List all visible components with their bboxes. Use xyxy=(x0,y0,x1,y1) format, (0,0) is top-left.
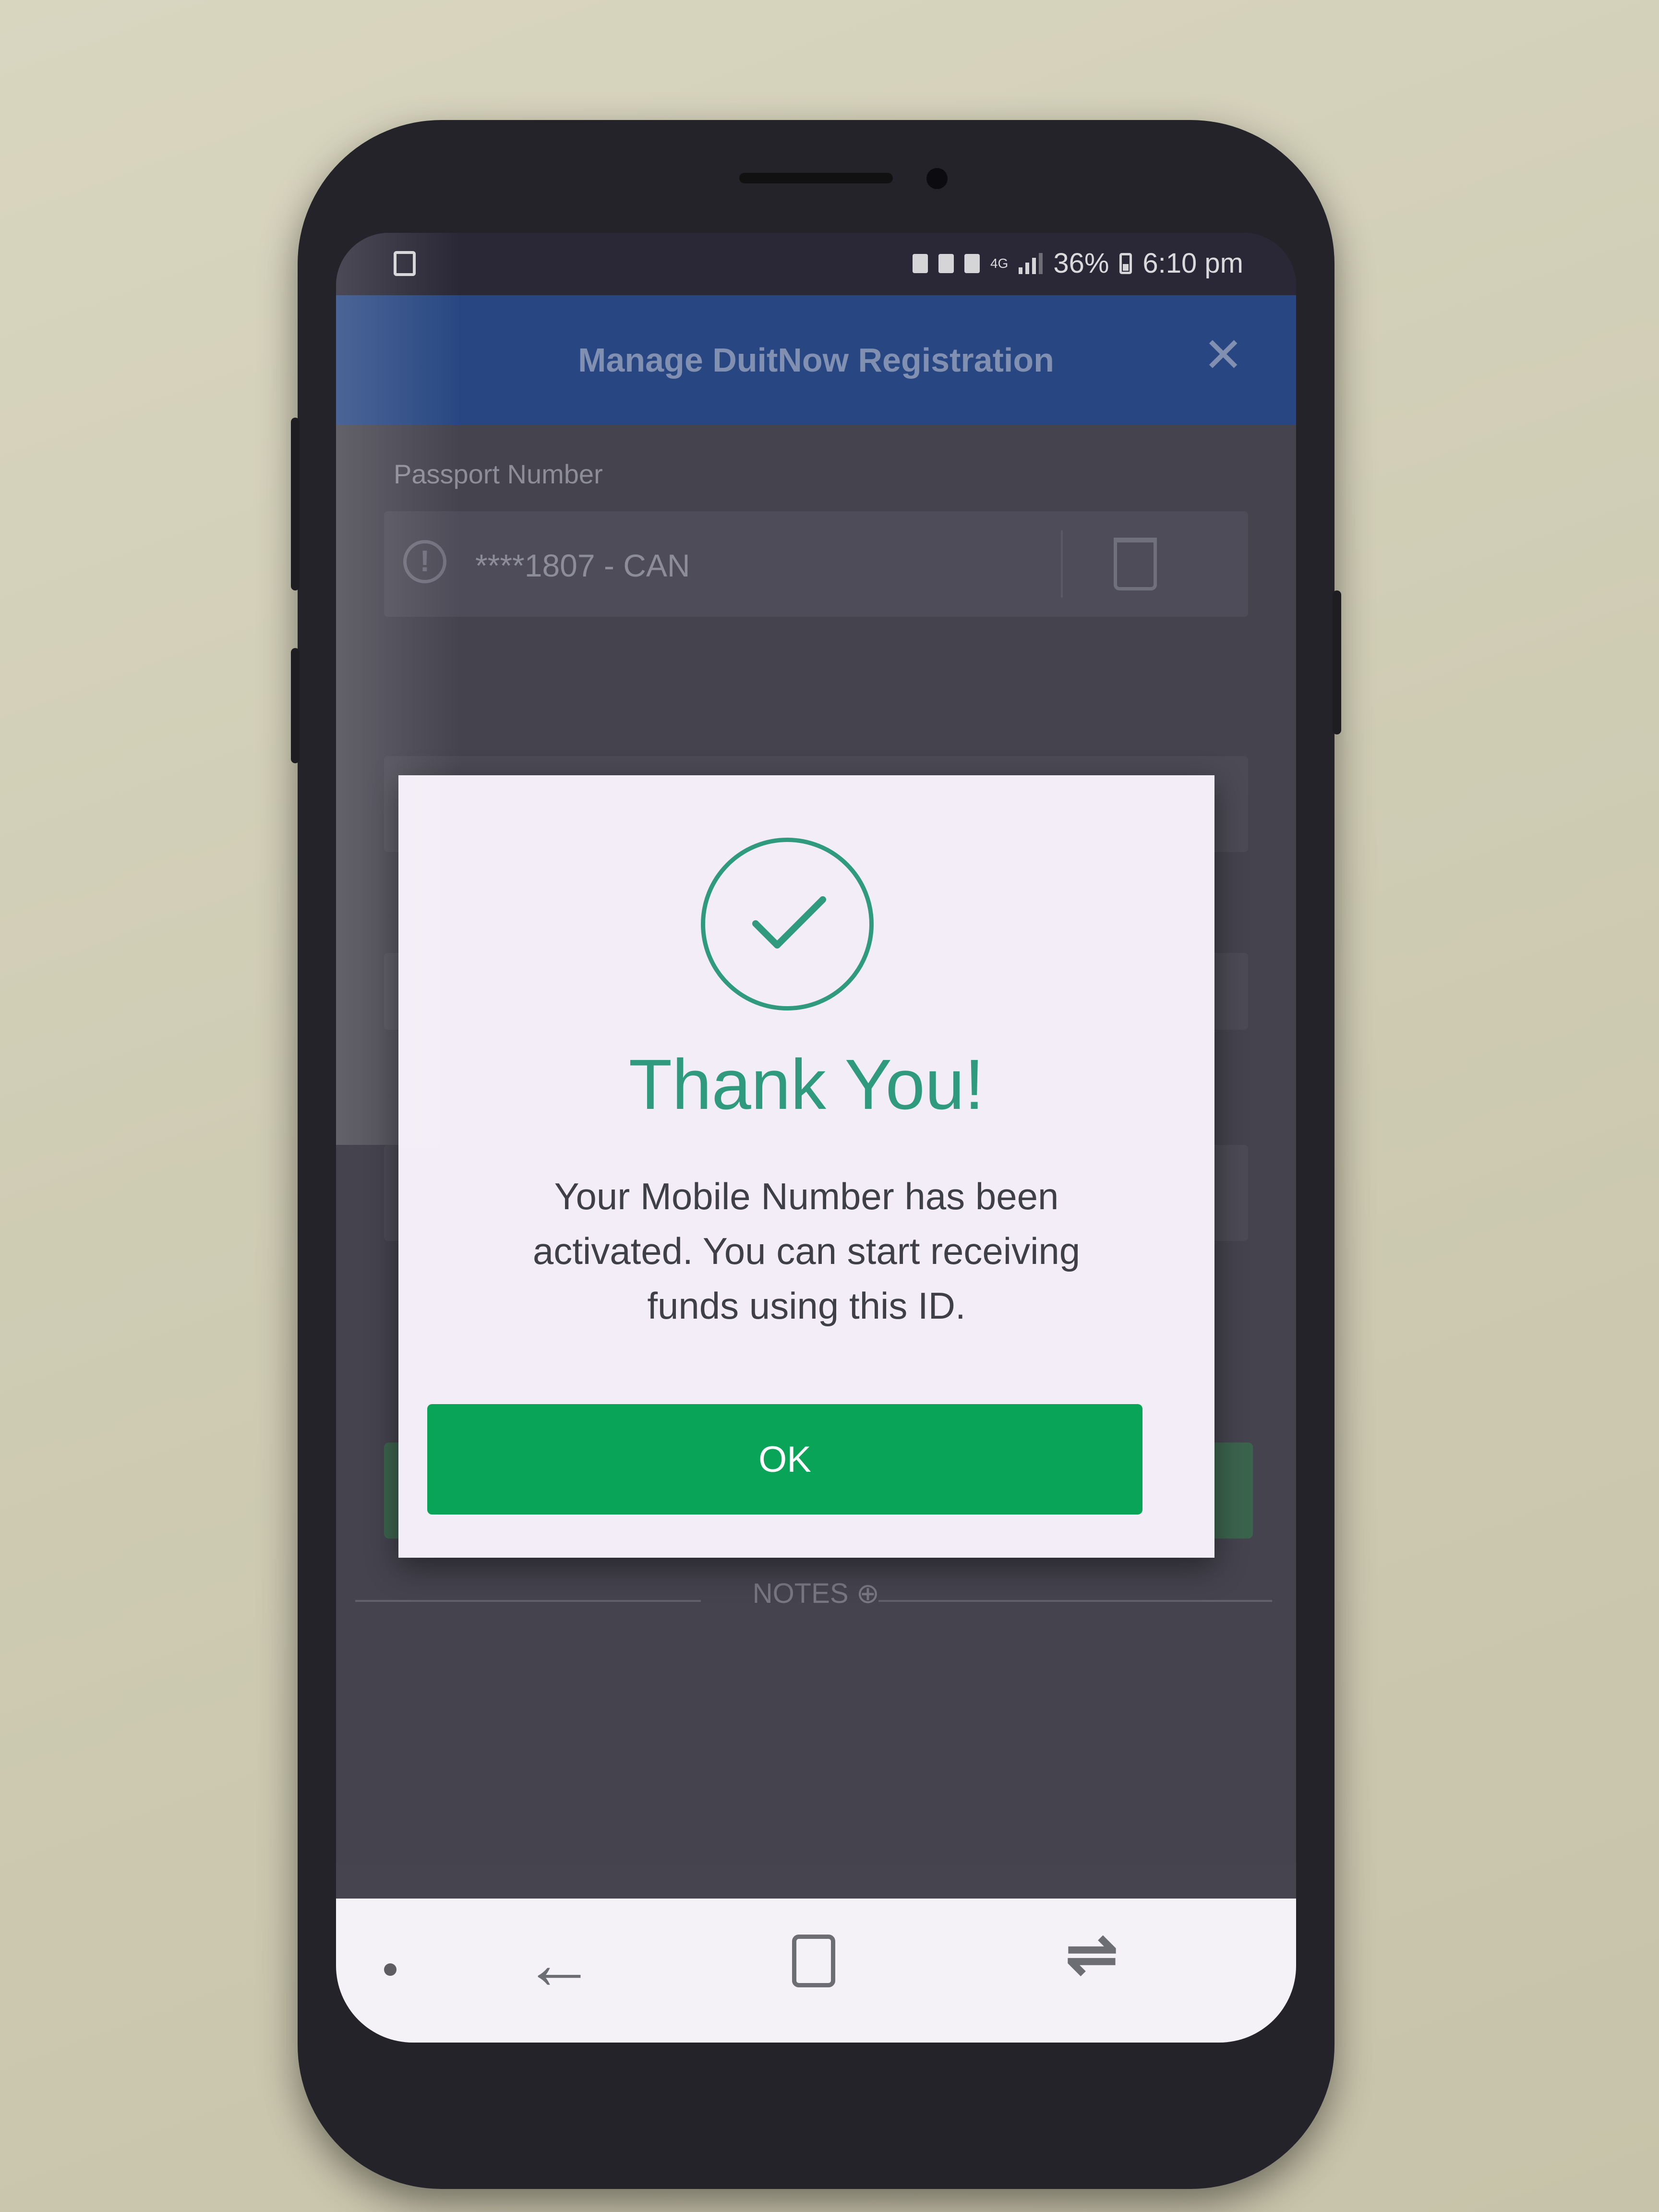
navigation-bar: ← ⇌ xyxy=(336,1899,1296,2043)
back-icon[interactable]: ← xyxy=(523,1927,595,1999)
power-button xyxy=(1333,590,1341,734)
success-dialog: Thank You! Your Mobile Number has been a… xyxy=(398,775,1214,1558)
front-camera xyxy=(926,168,948,189)
nav-dot-icon[interactable] xyxy=(384,1963,397,1976)
dialog-title: Thank You! xyxy=(628,1045,985,1124)
dialog-message: Your Mobile Number has been activated. Y… xyxy=(532,1175,1081,1327)
checkmark-icon xyxy=(752,896,826,949)
screen-glare xyxy=(336,233,461,1145)
phone-screen: 4G 36% 6:10 pm Manage DuitNow Registrati… xyxy=(336,233,1296,2043)
phone-device: 4G 36% 6:10 pm Manage DuitNow Registrati… xyxy=(291,120,1341,2189)
ok-button[interactable]: OK xyxy=(427,1404,1142,1515)
bixby-button xyxy=(291,648,300,763)
recent-apps-icon[interactable]: ⇌ xyxy=(1066,1923,1118,1985)
home-icon[interactable] xyxy=(792,1935,835,1987)
volume-button xyxy=(291,418,300,590)
speaker-grille xyxy=(739,173,893,183)
checkmark-circle-icon xyxy=(701,838,874,1010)
